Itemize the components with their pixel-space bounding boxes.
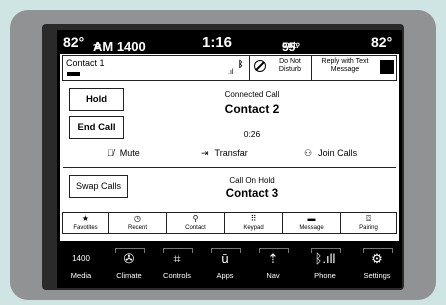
nav-controls[interactable]: ⌗ Controls [153, 242, 201, 288]
nav-nav[interactable]: ⇡ Nav [249, 242, 297, 288]
radio-station-label: AM 1400 [93, 39, 146, 54]
end-call-button[interactable]: End Call [69, 116, 124, 139]
join-calls-button[interactable]: ⚇ Join Calls [304, 148, 357, 159]
connected-call-label: Connected Call [224, 90, 280, 99]
screen: 82° ᯤ AM 1400 1:16 55° out. 82° Contact 1 … [57, 30, 402, 288]
do-not-disturb-icon[interactable] [254, 60, 266, 72]
tab-pairing[interactable]: ⌼ Pairing [341, 213, 396, 233]
pairing-icon: ⌼ [366, 214, 371, 223]
interior-temp-left: 82° [63, 34, 85, 50]
tab-contact[interactable]: ⚲ Contact [167, 213, 225, 233]
nav-label: Phone [314, 271, 336, 280]
tab-label: Pairing [359, 225, 378, 231]
mute-button[interactable]: 🎙̸ Mute [107, 148, 140, 158]
transfer-button[interactable]: ⇥ Transfar [201, 148, 248, 159]
divider [63, 167, 396, 168]
nav-indicator [259, 248, 289, 253]
nav-label: Apps [216, 271, 234, 280]
nav-indicator [311, 248, 341, 253]
nav-climate[interactable]: ✇ Climate [105, 242, 153, 288]
bluetooth-icon: ᛒ [238, 59, 244, 69]
transfer-icon: ⇥ [201, 148, 209, 158]
reply-toggle-icon[interactable] [380, 60, 394, 74]
tab-label: Message [299, 225, 324, 231]
do-not-disturb-button[interactable]: Do Not Disturb [273, 58, 307, 74]
nav-indicator [211, 248, 241, 253]
phone-tab-bar: ★ Favotites ◷ Recent ⚲ Contact ⠿ Keypad ▬ Mes… [62, 212, 397, 234]
person-icon: ⚲ [192, 214, 199, 223]
device-name: Contact 1 [66, 58, 105, 68]
nav-label: Settings [363, 271, 391, 280]
outside-temp-suffix: out. [282, 40, 299, 50]
nav-indicator [363, 248, 393, 253]
swap-calls-button[interactable]: Swap Calls [69, 175, 128, 198]
clock-icon: ◷ [134, 214, 141, 223]
join-calls-icon: ⚇ [304, 148, 313, 158]
star-icon: ★ [81, 214, 90, 223]
message-icon: ▬ [307, 214, 316, 223]
divider [311, 56, 312, 80]
nav-label: Controls [163, 271, 191, 280]
call-on-hold-label: Call On Hold [229, 176, 275, 185]
mute-label: Mute [119, 148, 140, 158]
nav-phone[interactable]: ᛒ.ıll Phone [297, 242, 353, 288]
contact-bar: Contact 1 .ıl ᛒ Do Not Disturb Reply wit… [62, 55, 397, 81]
controls-icon: ⌗ [173, 251, 181, 266]
interior-temp-right: 82° [371, 34, 393, 50]
nav-indicator [115, 248, 145, 253]
hold-button[interactable]: Hold [69, 88, 124, 111]
tab-message[interactable]: ▬ Message [283, 213, 341, 233]
keypad-icon: ⠿ [250, 214, 257, 223]
nav-settings[interactable]: ⚙ Settings [353, 242, 401, 288]
tab-label: Contact [185, 225, 206, 231]
tab-label: Keypad [243, 225, 264, 231]
nav-apps[interactable]: ū Apps [201, 242, 249, 288]
climate-icon: ✇ [123, 251, 135, 266]
nav-icon: ⇡ [267, 251, 279, 266]
tab-favorites[interactable]: ★ Favotites [63, 213, 109, 233]
reply-with-text-button[interactable]: Reply with Text Message [314, 58, 376, 74]
battery-icon [67, 72, 80, 76]
on-hold-contact-name: Contact 3 [225, 188, 279, 200]
clock: 1:16 [202, 34, 233, 51]
nav-media[interactable]: 1400 Media [57, 242, 105, 288]
radio-preset-icon: 1400 [72, 254, 90, 263]
tab-recent[interactable]: ◷ Recent [109, 213, 167, 233]
bottom-nav: 1400 Media ✇ Climate ⌗ Controls ū Apps ⇡ Nav … [57, 242, 402, 288]
gear-icon: ⚙ [371, 251, 383, 266]
tab-keypad[interactable]: ⠿ Keypad [225, 213, 283, 233]
nav-label: Media [70, 271, 92, 280]
mute-icon: 🎙̸ [107, 148, 114, 158]
phone-signal-icon: ᛒ.ıll [314, 251, 336, 266]
connected-contact-name: Contact 2 [224, 102, 280, 116]
apps-icon: ū [221, 251, 229, 266]
phone-panel: Contact 1 .ıl ᛒ Do Not Disturb Reply wit… [60, 54, 399, 241]
signal-icon: .ıl [228, 69, 234, 76]
nav-label: Nav [266, 271, 280, 280]
nav-indicator [163, 248, 193, 253]
status-bar: 82° ᯤ AM 1400 1:16 55° out. 82° [57, 30, 402, 54]
call-timer: 0:26 [243, 129, 261, 139]
nav-label: Climate [116, 271, 142, 280]
tab-label: Recent [127, 225, 147, 231]
transfer-label: Transfar [214, 148, 248, 158]
tab-label: Favotites [73, 225, 98, 231]
join-calls-label: Join Calls [318, 148, 358, 158]
divider [249, 56, 250, 80]
